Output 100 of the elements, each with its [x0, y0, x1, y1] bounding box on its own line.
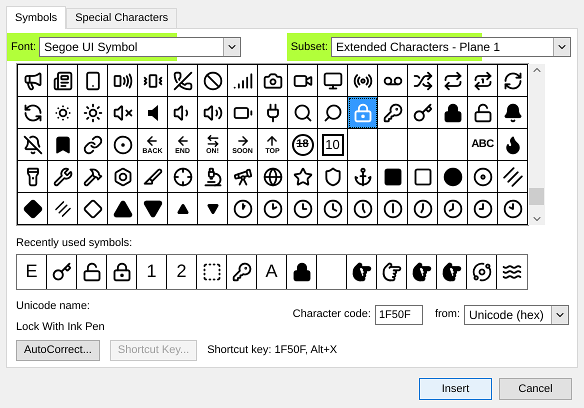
symbol-cell[interactable]: [288, 97, 318, 129]
bell-off-icon: [22, 134, 42, 154]
symbol-cell[interactable]: [48, 193, 78, 225]
symbol-cell[interactable]: [168, 65, 198, 97]
clock-icon: [232, 198, 252, 218]
character-code-field[interactable]: 1F50F: [374, 304, 423, 324]
subset-dropdown[interactable]: Extended Characters - Plane 1: [331, 37, 571, 57]
symbol-cell[interactable]: [18, 193, 48, 225]
recent-symbol-cell[interactable]: 2: [167, 254, 197, 288]
symbol-cell[interactable]: [468, 65, 498, 97]
symbol-cell[interactable]: [408, 65, 438, 97]
symbol-cell[interactable]: [228, 161, 258, 193]
symbol-cell[interactable]: [498, 129, 528, 161]
from-dropdown[interactable]: Unicode (hex): [464, 304, 569, 324]
font-dropdown[interactable]: Segoe UI Symbol: [39, 37, 242, 57]
symbol-cell[interactable]: [48, 161, 78, 193]
symbol-cell[interactable]: [18, 97, 48, 129]
symbol-cell[interactable]: [378, 161, 408, 193]
symbol-cell[interactable]: [348, 65, 378, 97]
symbol-cell[interactable]: [318, 161, 348, 193]
symbol-cell[interactable]: [438, 193, 468, 225]
symbol-cell[interactable]: [18, 161, 48, 193]
symbol-cell[interactable]: [78, 129, 108, 161]
tab[interactable]: Symbols: [6, 6, 66, 29]
autocorrect-button[interactable]: AutoCorrect...: [16, 340, 100, 360]
symbol-cell[interactable]: [78, 65, 108, 97]
symbol-cell[interactable]: [228, 193, 258, 225]
symbol-cell[interactable]: ABC: [468, 129, 498, 161]
insert-button[interactable]: Insert: [419, 378, 492, 400]
symbol-cell[interactable]: [108, 97, 138, 129]
symbol-cell[interactable]: [168, 161, 198, 193]
symbol-cell[interactable]: [438, 161, 468, 193]
symbol-cell[interactable]: [348, 97, 378, 129]
speaker-icon: [148, 104, 158, 120]
symbol-cell[interactable]: [78, 161, 108, 193]
symbol-cell[interactable]: [18, 65, 48, 97]
symbol-cell[interactable]: [378, 193, 408, 225]
symbol-cell[interactable]: [408, 161, 438, 193]
symbol-cell[interactable]: [198, 65, 228, 97]
symbol-cell[interactable]: [138, 97, 168, 129]
symbol-cell[interactable]: [18, 129, 48, 161]
recent-symbol-cell[interactable]: 1: [137, 254, 167, 288]
symbol-cell[interactable]: [408, 129, 438, 161]
symbol-cell[interactable]: [168, 193, 198, 225]
symbol-cell[interactable]: [138, 193, 168, 225]
symbol-cell[interactable]: [168, 97, 198, 129]
tab[interactable]: Special Characters: [66, 8, 178, 28]
symbol-cell[interactable]: [498, 193, 528, 225]
symbol-cell[interactable]: [498, 65, 528, 97]
recent-symbol-cell[interactable]: A: [257, 254, 287, 288]
symbol-cell[interactable]: [468, 161, 498, 193]
symbol-cell[interactable]: [498, 97, 528, 129]
symbol-cell[interactable]: [258, 65, 288, 97]
symbol-cell[interactable]: [318, 193, 348, 225]
symbol-cell[interactable]: [78, 193, 108, 225]
symbol-cell[interactable]: [48, 97, 78, 129]
cancel-button[interactable]: Cancel: [499, 378, 572, 400]
symbol-cell[interactable]: [468, 97, 498, 129]
symbol-cell[interactable]: [108, 129, 138, 161]
symbol-cell[interactable]: [48, 65, 78, 97]
symbol-cell[interactable]: [258, 193, 288, 225]
symbol-cell[interactable]: [288, 65, 318, 97]
symbol-cell[interactable]: 10: [318, 129, 348, 161]
symbol-cell[interactable]: [108, 193, 138, 225]
symbol-cell[interactable]: [108, 65, 138, 97]
symbol-cell[interactable]: [348, 193, 378, 225]
symbol-cell[interactable]: [348, 161, 378, 193]
symbol-cell[interactable]: [438, 97, 468, 129]
symbol-cell[interactable]: [198, 97, 228, 129]
symbol-cell[interactable]: [228, 97, 258, 129]
symbol-cell[interactable]: [228, 65, 258, 97]
symbol-cell[interactable]: [348, 129, 378, 161]
symbol-cell[interactable]: [258, 97, 288, 129]
symbol-cell[interactable]: [198, 193, 228, 225]
scrollbar[interactable]: [528, 64, 545, 225]
symbol-cell[interactable]: [138, 161, 168, 193]
symbol-cell[interactable]: [288, 193, 318, 225]
symbol-cell[interactable]: [378, 65, 408, 97]
symbol-cell[interactable]: [138, 65, 168, 97]
symbol-cell[interactable]: [438, 129, 468, 161]
symbol-cell[interactable]: [288, 161, 318, 193]
hammer-icon: [82, 166, 102, 186]
symbol-cell[interactable]: [78, 97, 108, 129]
symbol-cell[interactable]: [318, 65, 348, 97]
symbol-cell[interactable]: [108, 161, 138, 193]
symbol-cell[interactable]: [438, 65, 468, 97]
symbol-cell[interactable]: [498, 161, 528, 193]
symbol-cell[interactable]: [408, 193, 438, 225]
symbol-cell[interactable]: [318, 97, 348, 129]
symbol-cell[interactable]: [378, 129, 408, 161]
scroll-thumb[interactable]: [529, 188, 544, 205]
symbol-cell[interactable]: 18: [288, 129, 318, 161]
symbol-cell[interactable]: [408, 97, 438, 129]
small-triangle-down-icon: [206, 202, 218, 214]
recent-symbol-cell[interactable]: E: [17, 254, 47, 288]
symbol-cell[interactable]: [198, 161, 228, 193]
symbol-cell[interactable]: [48, 129, 78, 161]
symbol-cell[interactable]: [468, 193, 498, 225]
symbol-cell[interactable]: [378, 97, 408, 129]
symbol-cell[interactable]: [258, 161, 288, 193]
